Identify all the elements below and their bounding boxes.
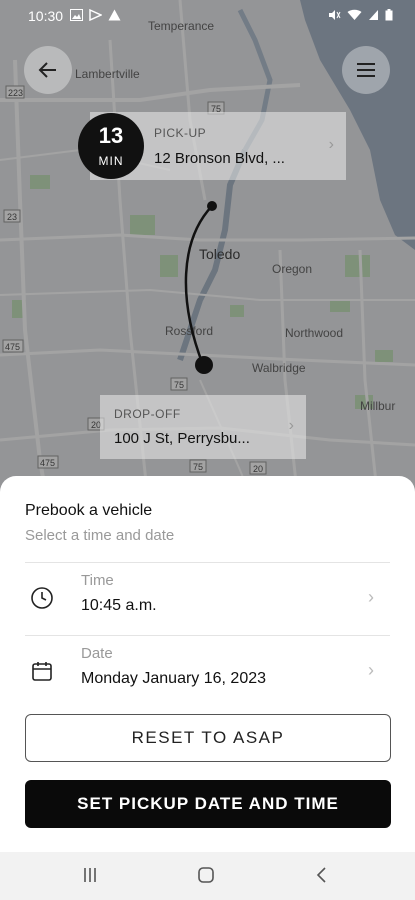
chevron-left-icon	[316, 867, 326, 883]
battery-icon	[385, 9, 393, 21]
play-store-icon	[89, 9, 102, 21]
time-value: 10:45 a.m.	[81, 597, 157, 614]
pickup-address: 12 Bronson Blvd, ...	[154, 150, 285, 167]
signal-icon	[369, 10, 378, 20]
system-nav-bar	[0, 852, 415, 900]
date-label: Date	[81, 645, 113, 662]
date-row[interactable]: Date Monday January 16, 2023 ›	[0, 636, 415, 708]
chevron-right-icon: ›	[288, 417, 294, 434]
recents-icon	[84, 868, 96, 882]
arrow-left-icon	[38, 62, 56, 78]
notification-icons	[70, 9, 121, 21]
menu-button[interactable]	[342, 46, 390, 94]
home-button[interactable]	[197, 866, 215, 889]
status-time: 10:30	[28, 8, 64, 24]
dropoff-label: DROP-OFF	[114, 407, 181, 421]
eta-value: 13	[98, 123, 124, 148]
sheet-title: Prebook a vehicle	[25, 502, 153, 519]
image-notification-icon	[70, 9, 83, 21]
eta-unit: MIN	[98, 154, 124, 168]
prebook-sheet: Prebook a vehicle Select a time and date…	[0, 476, 415, 852]
home-icon	[198, 867, 214, 883]
date-value: Monday January 16, 2023	[81, 670, 267, 687]
pickup-marker	[207, 201, 217, 211]
status-bar: 10:30	[0, 0, 415, 34]
chevron-right-icon: ›	[368, 660, 374, 680]
dropoff-marker	[195, 356, 213, 374]
wifi-icon	[347, 9, 362, 20]
dropoff-address: 100 J St, Perrysbu...	[114, 430, 250, 447]
system-icons	[328, 9, 393, 21]
time-row[interactable]: Time 10:45 a.m. ›	[0, 563, 415, 635]
back-nav-button[interactable]	[315, 866, 329, 889]
clock-icon	[30, 586, 54, 615]
chevron-right-icon: ›	[328, 136, 334, 153]
hamburger-menu-icon	[357, 63, 375, 77]
warning-icon	[108, 9, 121, 21]
time-label: Time	[81, 572, 114, 589]
mute-icon	[329, 10, 341, 20]
recents-button[interactable]	[82, 866, 98, 889]
dropoff-card[interactable]: DROP-OFF 100 J St, Perrysbu... ›	[100, 395, 306, 459]
sheet-subtitle: Select a time and date	[25, 527, 175, 544]
reset-to-asap-button[interactable]: RESET TO ASAP	[25, 714, 391, 762]
eta-badge: 13 MIN	[78, 113, 144, 179]
calendar-icon	[30, 659, 54, 688]
back-button[interactable]	[24, 46, 72, 94]
set-pickup-button[interactable]: SET PICKUP DATE AND TIME	[25, 780, 391, 828]
pickup-label: PICK-UP	[154, 126, 207, 140]
chevron-right-icon: ›	[368, 587, 374, 607]
